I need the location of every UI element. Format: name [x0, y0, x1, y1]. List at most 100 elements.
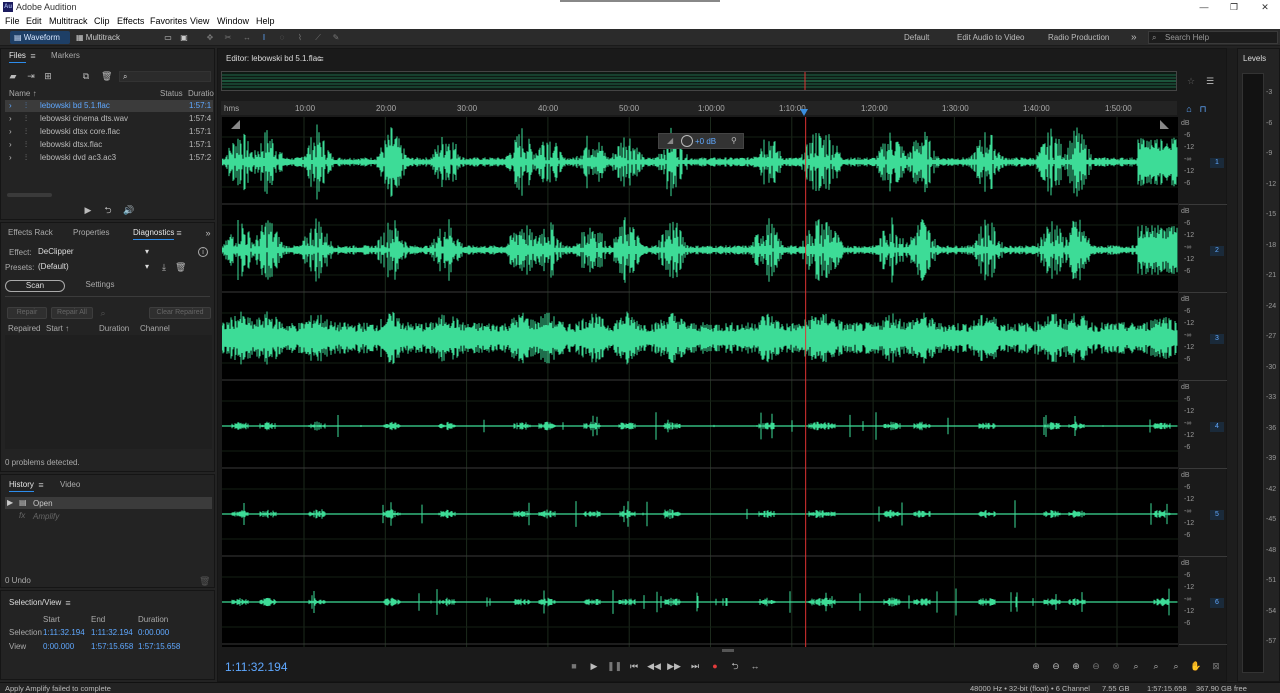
marquee-tool-icon[interactable]: ◌	[276, 31, 288, 44]
diagnostics-results-list[interactable]	[5, 335, 212, 449]
favorite-star-icon[interactable]: ☆	[1186, 76, 1196, 86]
zoom-to-selection-icon[interactable]: ⌕	[1129, 660, 1143, 672]
play-preview-icon[interactable]: ▶	[83, 205, 93, 215]
channel-number-badge[interactable]: 3	[1210, 334, 1224, 344]
files-filter-input[interactable]: ⌕	[119, 71, 211, 82]
repair-all-button[interactable]: Repair All	[51, 307, 93, 319]
workspaces-overflow-icon[interactable]: »	[1131, 31, 1137, 44]
file-row[interactable]: › ⫶ lebowski dvd ac3.ac3 1:57:2	[5, 152, 213, 164]
zoom-in-amplitude-icon[interactable]: ⊕	[1029, 660, 1043, 672]
history-item[interactable]: fx Amplify	[5, 510, 212, 522]
selection-start[interactable]: 1:11:32.194	[43, 628, 85, 637]
expand-icon[interactable]: ›	[9, 100, 12, 112]
history-item[interactable]: ▶ ▤ Open	[5, 497, 212, 509]
delete-history-icon[interactable]: 🗑	[199, 576, 210, 586]
channel-number-badge[interactable]: 5	[1210, 510, 1224, 520]
file-row[interactable]: › ⫶ lebowski dtsx.flac 1:57:1	[5, 139, 213, 151]
view-start[interactable]: 0:00.000	[43, 642, 74, 651]
waveform-display[interactable]: ◢ +0 dB ⚲	[222, 117, 1178, 647]
channel-number-badge[interactable]: 2	[1210, 246, 1224, 256]
new-file-icon[interactable]: ⊞	[43, 71, 53, 81]
tab-effects-rack[interactable]: Effects Rack	[8, 228, 53, 237]
files-horizontal-scrollbar[interactable]	[7, 193, 52, 197]
hud-gain-value[interactable]: +0 dB	[695, 137, 716, 146]
file-row[interactable]: › ⫶ lebowski bd 5.1.flac 1:57:1	[5, 100, 213, 112]
panel-menu-icon[interactable]: ≡	[63, 598, 73, 608]
menu-view[interactable]: View	[190, 16, 209, 26]
zoom-in-point-icon[interactable]: ⌕	[1149, 660, 1163, 672]
zoom-out-point-icon[interactable]: ⌕	[1169, 660, 1183, 672]
view-options-icon[interactable]: ☰	[1205, 76, 1215, 86]
play-icon[interactable]: ▶	[587, 660, 601, 672]
fast-forward-icon[interactable]: ▶▶	[667, 660, 681, 672]
zoom-out-time-icon[interactable]: ⊖	[1089, 660, 1103, 672]
editor-horizontal-scrollbar[interactable]	[722, 649, 734, 652]
time-selection-tool-icon[interactable]: I	[258, 31, 270, 44]
loop-preview-icon[interactable]: ⮌	[103, 205, 113, 215]
pause-icon[interactable]: ❚❚	[607, 660, 622, 672]
view-duration[interactable]: 1:57:15.658	[138, 642, 180, 651]
playhead-lock-icon[interactable]: ⊓	[1198, 104, 1208, 114]
workspace-radio-production[interactable]: Radio Production	[1048, 31, 1109, 44]
menu-edit[interactable]: Edit	[26, 16, 42, 26]
menu-favorites[interactable]: Favorites	[150, 16, 187, 26]
zoom-out-full-icon[interactable]: ⊗	[1109, 660, 1123, 672]
lasso-tool-icon[interactable]: ⌇	[294, 31, 306, 44]
editor-tab-title[interactable]: Editor: lebowski bd 5.1.flac	[226, 54, 321, 63]
waveform-overview[interactable]	[221, 71, 1177, 91]
open-file-icon[interactable]: ▰	[8, 71, 18, 81]
rewind-icon[interactable]: ◀◀	[647, 660, 661, 672]
panel-overflow-icon[interactable]: »	[203, 228, 213, 238]
razor-tool-icon[interactable]: ✂	[222, 31, 234, 44]
gain-knob[interactable]	[681, 135, 693, 147]
multitrack-view-button[interactable]: ▦ Multitrack	[74, 31, 134, 44]
zoom-out-amplitude-icon[interactable]: ⊖	[1049, 660, 1063, 672]
panel-menu-icon[interactable]: ≡	[174, 228, 184, 238]
channel-number-badge[interactable]: 4	[1210, 422, 1224, 432]
selection-duration[interactable]: 0:00.000	[138, 628, 169, 637]
move-tool-icon[interactable]: ✥	[204, 31, 216, 44]
tab-scan[interactable]: Scan	[5, 280, 65, 292]
expand-icon[interactable]: ›	[9, 152, 12, 164]
info-icon[interactable]: i	[198, 247, 208, 257]
delete-file-icon[interactable]: 🗑	[101, 71, 112, 81]
brush-tool-icon[interactable]: ⟋	[312, 31, 324, 44]
import-file-icon[interactable]: ⇥	[26, 71, 36, 81]
expand-icon[interactable]: ›	[9, 126, 12, 138]
hand-tool-icon[interactable]: ✋	[1189, 660, 1203, 672]
panel-menu-icon[interactable]: ≡	[316, 54, 326, 64]
home-zoom-icon[interactable]: ⌂	[1184, 104, 1194, 114]
menu-window[interactable]: Window	[217, 16, 249, 26]
go-to-start-icon[interactable]: ⏮	[627, 660, 641, 672]
workspace-default[interactable]: Default	[904, 31, 929, 44]
autoplay-icon[interactable]: 🔊	[123, 205, 134, 215]
time-ruler[interactable]: hms 10:00 20:00 30:00 40:00 50:00 1:00:0…	[221, 101, 1177, 116]
save-preset-icon[interactable]: ⤓	[159, 262, 169, 272]
expand-icon[interactable]: ›	[9, 139, 12, 151]
loop-playback-icon[interactable]: ⮌	[728, 660, 742, 672]
search-help-input[interactable]: ⌕ Search Help	[1148, 31, 1278, 44]
tab-markers[interactable]: Markers	[51, 51, 80, 60]
file-row[interactable]: › ⫶ lebowski dtsx core.flac 1:57:1	[5, 126, 213, 138]
clear-repaired-button[interactable]: Clear Repaired	[149, 307, 211, 319]
tab-video[interactable]: Video	[60, 480, 80, 489]
effect-select[interactable]: DeClipper ▾	[34, 246, 152, 257]
delete-preset-icon[interactable]: 🗑	[175, 262, 186, 272]
workspace-edit-audio-to-video[interactable]: Edit Audio to Video	[957, 31, 1024, 44]
presets-select[interactable]: (Default) ▾	[34, 261, 152, 272]
zoom-reset-icon[interactable]: ⊠	[1209, 660, 1223, 672]
file-row[interactable]: › ⫶ lebowski cinema dts.wav 1:57:4	[5, 113, 213, 125]
waveform-view-button[interactable]: ▤ Waveform	[10, 31, 70, 44]
hud-gain-control[interactable]: ◢ +0 dB ⚲	[658, 133, 744, 149]
zoom-icon[interactable]: ⌕	[98, 308, 108, 318]
close-button[interactable]: ✕	[1250, 0, 1280, 15]
menu-multitrack[interactable]: Multitrack	[49, 16, 88, 26]
menu-file[interactable]: File	[5, 16, 20, 26]
tab-settings-sub[interactable]: Settings	[75, 280, 125, 292]
tab-history[interactable]: History	[9, 480, 34, 492]
menu-effects[interactable]: Effects	[117, 16, 144, 26]
expand-icon[interactable]: ›	[9, 113, 12, 125]
repair-button[interactable]: Repair	[7, 307, 47, 319]
insert-into-multitrack-icon[interactable]: ⧉	[81, 71, 91, 81]
panel-menu-icon[interactable]: ≡	[28, 51, 38, 61]
